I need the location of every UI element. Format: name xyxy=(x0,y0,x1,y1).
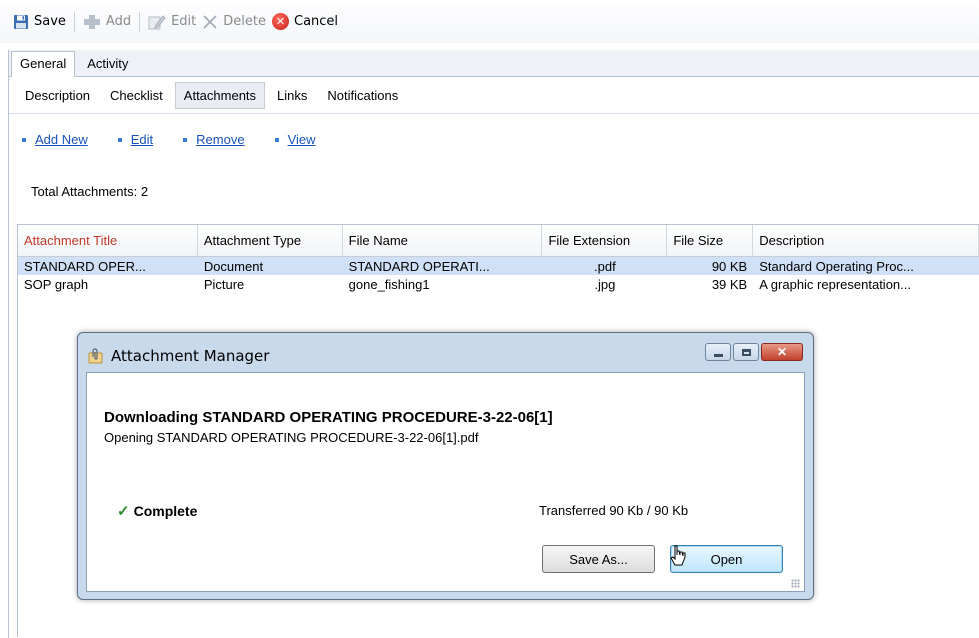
maximize-icon xyxy=(741,348,751,356)
table-row[interactable]: STANDARD OPER... Document STANDARD OPERA… xyxy=(18,257,979,275)
close-button[interactable]: ✕ xyxy=(761,343,803,361)
save-label: Save xyxy=(34,14,66,29)
attachment-actions: Add New Edit Remove View xyxy=(22,132,346,147)
floppy-disk-icon xyxy=(13,14,29,30)
transferred-text: Transferred 90 Kb / 90 Kb xyxy=(539,503,689,518)
cell-file-extension: .jpg xyxy=(594,277,616,292)
column-header-file-name[interactable]: File Name xyxy=(343,225,543,256)
view-action: View xyxy=(274,132,316,147)
secondary-tab-bar: Description Checklist Attachments Links … xyxy=(9,78,979,114)
cancel-label: Cancel xyxy=(294,14,339,29)
tab-description[interactable]: Description xyxy=(17,83,98,108)
cell-file-size: 90 KB xyxy=(711,259,748,274)
remove-action: Remove xyxy=(183,132,245,147)
attachment-manager-dialog: Attachment Manager ✕ Downloading STANDAR… xyxy=(77,332,814,600)
cancel-button[interactable]: ✕ Cancel xyxy=(272,13,338,30)
delete-button[interactable]: Delete xyxy=(202,14,266,30)
cell-description: Standard Operating Proc... xyxy=(759,259,914,274)
view-link[interactable]: View xyxy=(288,132,316,147)
dialog-title-bar: Attachment Manager xyxy=(88,347,269,365)
save-button[interactable]: Save xyxy=(13,14,66,30)
add-new-action: Add New xyxy=(22,132,88,147)
maximize-button[interactable] xyxy=(733,343,759,361)
column-header-attachment-type[interactable]: Attachment Type xyxy=(198,225,343,256)
column-header-description[interactable]: Description xyxy=(753,225,979,256)
edit-pencil-icon xyxy=(148,14,166,30)
add-icon xyxy=(83,14,101,30)
dialog-body: Downloading STANDARD OPERATING PROCEDURE… xyxy=(86,372,805,592)
toolbar: Save Add Edit Delete ✕ Cancel xyxy=(0,0,979,43)
minimize-button[interactable] xyxy=(705,343,731,361)
paperclip-icon xyxy=(88,348,104,364)
grid-header: Attachment Title Attachment Type File Na… xyxy=(18,225,979,257)
cell-file-name: STANDARD OPERATI... xyxy=(348,259,490,274)
dialog-title: Attachment Manager xyxy=(111,347,270,365)
column-header-file-size[interactable]: File Size xyxy=(667,225,754,256)
save-as-button[interactable]: Save As... xyxy=(542,545,655,573)
cancel-icon: ✕ xyxy=(272,13,289,30)
edit-button[interactable]: Edit xyxy=(148,14,196,30)
remove-link[interactable]: Remove xyxy=(196,132,244,147)
add-label: Add xyxy=(105,14,132,29)
status-complete: ✓ Complete xyxy=(117,502,197,520)
bullet-icon xyxy=(117,137,122,142)
cell-file-size: 39 KB xyxy=(711,277,748,292)
delete-label: Delete xyxy=(223,14,266,29)
column-header-file-extension[interactable]: File Extension xyxy=(542,225,668,256)
cell-file-name: gone_fishing1 xyxy=(348,277,430,292)
bullet-icon xyxy=(274,137,279,142)
tab-activity[interactable]: Activity xyxy=(79,52,136,76)
bullet-icon xyxy=(183,137,188,142)
tab-links[interactable]: Links xyxy=(269,83,315,108)
minimize-icon xyxy=(713,353,723,357)
delete-x-icon xyxy=(202,14,218,30)
cell-attachment-title: STANDARD OPER... xyxy=(24,259,146,274)
cell-attachment-title: SOP graph xyxy=(24,277,89,292)
cell-attachment-type: Picture xyxy=(203,277,245,292)
add-button[interactable]: Add xyxy=(83,14,131,30)
cell-file-extension: .pdf xyxy=(594,259,616,274)
add-new-link[interactable]: Add New xyxy=(35,132,88,147)
tab-notifications[interactable]: Notifications xyxy=(319,83,406,108)
status-text: Complete xyxy=(133,503,198,519)
window-controls: ✕ xyxy=(705,343,803,361)
tab-general[interactable]: General xyxy=(11,51,76,77)
toolbar-separator xyxy=(139,11,141,32)
table-row[interactable]: SOP graph Picture gone_fishing1 .jpg 39 … xyxy=(18,275,979,293)
opening-text: Opening STANDARD OPERATING PROCEDURE-3-2… xyxy=(104,430,479,445)
edit-action: Edit xyxy=(117,132,153,147)
edit-link[interactable]: Edit xyxy=(131,132,153,147)
close-icon: ✕ xyxy=(776,345,788,359)
tab-attachments[interactable]: Attachments xyxy=(174,82,266,109)
cell-attachment-type: Document xyxy=(203,259,264,274)
edit-label: Edit xyxy=(171,14,197,29)
total-attachments-label: Total Attachments: 2 xyxy=(31,184,149,199)
resize-grip-icon[interactable] xyxy=(791,579,800,588)
primary-tab-bar: General Activity xyxy=(9,50,979,77)
frame-border xyxy=(8,50,9,638)
download-heading: Downloading STANDARD OPERATING PROCEDURE… xyxy=(104,409,553,426)
bullet-icon xyxy=(22,137,26,142)
cell-description: A graphic representation... xyxy=(759,277,911,292)
mouse-cursor-icon xyxy=(668,545,690,574)
toolbar-separator xyxy=(73,11,75,32)
checkmark-icon: ✓ xyxy=(117,503,130,520)
tab-checklist[interactable]: Checklist xyxy=(102,83,171,108)
column-header-attachment-title[interactable]: Attachment Title xyxy=(18,225,198,256)
